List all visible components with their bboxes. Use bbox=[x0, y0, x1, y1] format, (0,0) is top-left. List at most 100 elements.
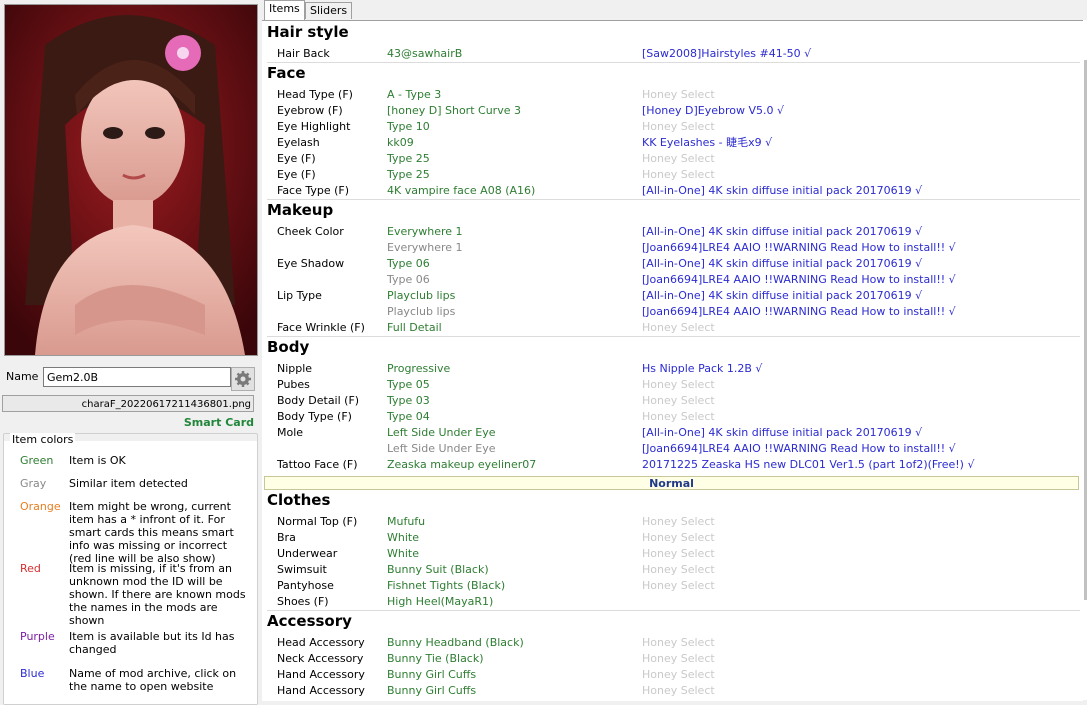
item-label: Eye Shadow bbox=[277, 257, 345, 270]
item-label: Hand Accessory bbox=[277, 684, 365, 697]
list-item: Eyelash kk09 KK Eyelashes - 睫毛x9 √ bbox=[267, 135, 1080, 151]
tab-sliders[interactable]: Sliders bbox=[305, 2, 353, 19]
mod-source: Honey Select bbox=[642, 636, 715, 649]
mod-link[interactable]: [All-in-One] 4K skin diffuse initial pac… bbox=[642, 425, 922, 441]
divider bbox=[267, 336, 1080, 337]
list-item: Neck Accessory Bunny Tie (Black) Honey Sel… bbox=[267, 651, 1080, 667]
legend-color-name: Purple bbox=[20, 630, 55, 643]
vertical-scrollbar[interactable] bbox=[1083, 20, 1087, 700]
mod-source: Honey Select bbox=[642, 547, 715, 560]
item-value: Bunny Headband (Black) bbox=[387, 636, 524, 649]
item-value: Type 06 bbox=[387, 257, 430, 270]
items-list: Hair style Hair Back 43@sawhairB [Saw200… bbox=[262, 20, 1083, 701]
list-item: Eye Highlight Type 10 Honey Select bbox=[267, 119, 1080, 135]
mod-source: Honey Select bbox=[642, 652, 715, 665]
item-label: Pantyhose bbox=[277, 579, 334, 592]
list-item: Underwear White Honey Select bbox=[267, 546, 1080, 562]
list-item: Head Type (F) A - Type 3 Honey Select bbox=[267, 87, 1080, 103]
section-accessory: Accessory bbox=[267, 612, 352, 630]
item-value: [honey D] Short Curve 3 bbox=[387, 104, 521, 117]
section-hair-style: Hair style bbox=[267, 23, 349, 41]
item-value: Everywhere 1 bbox=[387, 225, 463, 238]
mod-source: Honey Select bbox=[642, 410, 715, 423]
item-value: Zeaska makeup eyeliner07 bbox=[387, 458, 537, 471]
mod-source: Honey Select bbox=[642, 531, 715, 544]
mod-source: Honey Select bbox=[642, 120, 715, 133]
item-label: Head Accessory bbox=[277, 636, 365, 649]
item-value: Playclub lips bbox=[387, 305, 456, 318]
item-value: A - Type 3 bbox=[387, 88, 442, 101]
item-label: Swimsuit bbox=[277, 563, 327, 576]
legend-color-name: Orange bbox=[20, 500, 61, 513]
item-label: Hair Back bbox=[277, 47, 330, 60]
list-item: Pubes Type 05 Honey Select bbox=[267, 377, 1080, 393]
item-value: Bunny Suit (Black) bbox=[387, 563, 489, 576]
item-value: Type 03 bbox=[387, 394, 430, 407]
item-label: Mole bbox=[277, 426, 304, 439]
list-item: Mole Left Side Under Eye [All-in-One] 4K s… bbox=[267, 425, 1080, 441]
mod-link[interactable]: [Saw2008]Hairstyles #41-50 √ bbox=[642, 46, 811, 62]
list-item: Lip Type Playclub lips [All-in-One] 4K ski… bbox=[267, 288, 1080, 304]
mod-source: Honey Select bbox=[642, 684, 715, 697]
item-label: Bra bbox=[277, 531, 296, 544]
mod-source: Honey Select bbox=[642, 378, 715, 391]
mod-link[interactable]: [All-in-One] 4K skin diffuse initial pac… bbox=[642, 183, 922, 199]
item-label: Neck Accessory bbox=[277, 652, 364, 665]
mod-link[interactable]: [All-in-One] 4K skin diffuse initial pac… bbox=[642, 224, 922, 240]
mod-source: Honey Select bbox=[642, 321, 715, 334]
divider bbox=[267, 610, 1080, 611]
mod-source: Honey Select bbox=[642, 88, 715, 101]
item-value: Bunny Girl Cuffs bbox=[387, 668, 477, 681]
mod-link[interactable]: [All-in-One] 4K skin diffuse initial pac… bbox=[642, 256, 922, 272]
list-item: Playclub lips [Joan6694]LRE4 AAIO !!WARNI… bbox=[267, 304, 1080, 320]
legend-desc: Name of mod archive, click on the name t… bbox=[69, 667, 237, 693]
item-value: Bunny Tie (Black) bbox=[387, 652, 484, 665]
legend-color-name: Gray bbox=[20, 477, 47, 490]
mod-link[interactable]: [Honey D]Eyebrow V5.0 √ bbox=[642, 103, 784, 119]
item-value: Full Detail bbox=[387, 321, 442, 334]
name-input[interactable] bbox=[43, 367, 231, 387]
item-value: 43@sawhairB bbox=[387, 47, 463, 60]
item-value: kk09 bbox=[387, 136, 414, 149]
item-value: White bbox=[387, 547, 419, 560]
item-label: Lip Type bbox=[277, 289, 322, 302]
mod-link[interactable]: [Joan6694]LRE4 AAIO !!WARNING Read How t… bbox=[642, 304, 956, 320]
list-item: Tattoo Face (F) Zeaska makeup eyeliner07 2… bbox=[267, 457, 1080, 473]
settings-button[interactable] bbox=[231, 367, 255, 391]
divider bbox=[267, 62, 1080, 63]
item-label: Normal Top (F) bbox=[277, 515, 358, 528]
item-value: White bbox=[387, 531, 419, 544]
item-label: Nipple bbox=[277, 362, 313, 375]
item-label: Eyebrow (F) bbox=[277, 104, 343, 117]
mod-link[interactable]: [Joan6694]LRE4 AAIO !!WARNING Read How t… bbox=[642, 272, 956, 288]
mod-source: Honey Select bbox=[642, 668, 715, 681]
mod-link[interactable]: 20171225 Zeaska HS new DLC01 Ver1.5 (par… bbox=[642, 457, 974, 473]
legend-desc: Item might be wrong, current item has a … bbox=[69, 500, 234, 565]
list-item: Nipple Progressive Hs Nipple Pack 1.2B √ bbox=[267, 361, 1080, 377]
item-value: Fishnet Tights (Black) bbox=[387, 579, 506, 592]
legend-desc: Similar item detected bbox=[69, 477, 188, 490]
tab-items[interactable]: Items bbox=[264, 0, 305, 20]
item-label: Eye (F) bbox=[277, 152, 316, 165]
list-item: Face Type (F) 4K vampire face A08 (A16) [A… bbox=[267, 183, 1080, 199]
legend-color-name: Blue bbox=[20, 667, 45, 680]
mod-link[interactable]: [Joan6694]LRE4 AAIO !!WARNING Read How t… bbox=[642, 240, 956, 256]
section-body: Body bbox=[267, 338, 310, 356]
mod-link[interactable]: Hs Nipple Pack 1.2B √ bbox=[642, 361, 762, 377]
item-label: Eyelash bbox=[277, 136, 320, 149]
list-item: Eyebrow (F) [honey D] Short Curve 3 [Honey… bbox=[267, 103, 1080, 119]
gear-icon bbox=[235, 371, 251, 387]
mod-source: Honey Select bbox=[642, 152, 715, 165]
mod-link[interactable]: [All-in-One] 4K skin diffuse initial pac… bbox=[642, 288, 922, 304]
mod-link[interactable]: [Joan6694]LRE4 AAIO !!WARNING Read How t… bbox=[642, 441, 956, 457]
item-label: Body Type (F) bbox=[277, 410, 352, 423]
mod-source: Honey Select bbox=[642, 394, 715, 407]
section-makeup: Makeup bbox=[267, 201, 334, 219]
list-item: Normal Top (F) Mufufu Honey Select bbox=[267, 514, 1080, 530]
legend-color-name: Red bbox=[20, 562, 41, 575]
item-colors-legend: Item colors Green Item is OK Gray Simila… bbox=[3, 433, 258, 705]
mod-link[interactable]: KK Eyelashes - 睫毛x9 √ bbox=[642, 135, 772, 151]
item-label: Cheek Color bbox=[277, 225, 344, 238]
list-item: Cheek Color Everywhere 1 [All-in-One] 4K s… bbox=[267, 224, 1080, 240]
item-label: Body Detail (F) bbox=[277, 394, 360, 407]
